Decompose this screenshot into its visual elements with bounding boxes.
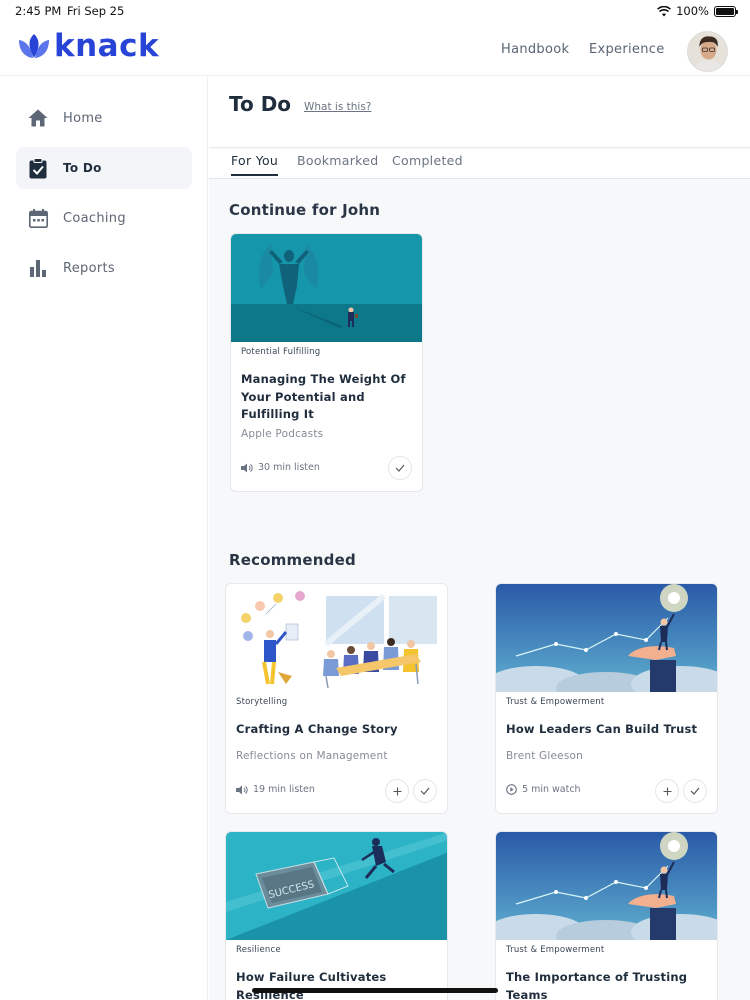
battery-percent: 100% [676,4,709,18]
nav-experience[interactable]: Experience [589,42,665,57]
nav-handbook[interactable]: Handbook [501,42,569,57]
sidebar: Home To Do Coaching Reports [0,77,208,1000]
speaker-icon [236,785,248,794]
sidebar-item-todo[interactable]: To Do [16,147,192,189]
card-title[interactable]: The Importance of Trusting Teams [506,969,709,1000]
continue-card[interactable]: Potential Fulfilling Managing The Weight… [230,233,423,492]
recommended-card[interactable]: Storytelling Crafting A Change Story Ref… [225,583,448,814]
mark-complete-button[interactable] [413,779,437,803]
what-is-this-link[interactable]: What is this? [304,101,371,113]
status-bar: 2:45 PM Fri Sep 25 100% [0,0,750,22]
sidebar-item-label: Reports [63,260,115,276]
sidebar-item-label: To Do [63,161,102,175]
card-source: Brent Gleeson [506,750,583,762]
home-icon [27,107,49,129]
tab-completed[interactable]: Completed [392,153,463,174]
card-meta: 30 min listen [241,462,320,473]
card-duration: 5 min watch [522,784,581,795]
card-meta: 5 min watch [506,784,581,795]
card-image [226,584,447,692]
recommended-card[interactable]: SUCCESS Resilience How Failure Cultivate… [225,831,448,1000]
bar-chart-icon [27,257,49,279]
calendar-icon [27,207,49,229]
mark-complete-button[interactable] [388,456,412,480]
tulip-logo-icon [19,34,49,58]
plus-icon [393,787,401,795]
card-actions [655,779,707,803]
card-duration: 19 min listen [253,784,315,795]
card-source: Apple Podcasts [241,428,324,440]
check-icon [690,787,700,795]
sidebar-item-coaching[interactable]: Coaching [16,197,192,239]
card-category: Potential Fulfilling [241,347,321,357]
check-icon [395,464,405,472]
page-header: To Do What is this? [209,77,750,148]
card-title[interactable]: Managing The Weight Of Your Potential an… [241,371,414,424]
tab-bar: For You Bookmarked Completed [209,149,750,179]
card-image [496,832,717,940]
avatar[interactable] [687,31,728,72]
page-title: To Do [229,92,292,116]
sidebar-item-label: Home [63,110,103,126]
plus-icon [663,787,671,795]
card-category: Storytelling [236,697,288,707]
clipboard-check-icon [27,157,49,179]
status-date: Fri Sep 25 [67,4,125,18]
sidebar-item-home[interactable]: Home [16,97,192,139]
card-duration: 30 min listen [258,462,320,473]
card-category: Trust & Empowerment [506,697,605,707]
status-right: 100% [657,4,738,18]
card-title[interactable]: How Failure Cultivates Resilience [236,969,439,1000]
knack-logo[interactable]: knack [17,28,159,64]
add-button[interactable] [385,779,409,803]
tab-for-you[interactable]: For You [231,153,279,176]
card-source: Reflections on Management [236,750,388,762]
play-circle-icon [506,784,517,795]
card-title[interactable]: How Leaders Can Build Trust [506,721,709,739]
card-image: SUCCESS [226,832,447,940]
speaker-icon [241,463,253,472]
battery-icon [714,5,738,17]
card-meta: 19 min listen [236,784,315,795]
sidebar-item-label: Coaching [63,210,126,226]
brand-name: knack [54,28,160,64]
card-actions [388,456,412,480]
continue-section-title: Continue for John [229,201,381,219]
card-title[interactable]: Crafting A Change Story [236,721,439,739]
status-time: 2:45 PM [15,4,62,18]
recommended-card[interactable]: Trust & Empowerment The Importance of Tr… [495,831,718,1000]
sidebar-item-reports[interactable]: Reports [16,247,192,289]
recommended-section-title: Recommended [229,551,356,569]
card-category: Resilience [236,945,281,955]
tab-bookmarked[interactable]: Bookmarked [297,153,379,174]
wifi-icon [657,5,672,16]
recommended-card[interactable]: Trust & Empowerment How Leaders Can Buil… [495,583,718,814]
main-content: To Do What is this? For You Bookmarked C… [209,77,750,1000]
card-image [496,584,717,692]
mark-complete-button[interactable] [683,779,707,803]
add-button[interactable] [655,779,679,803]
top-bar: knack Handbook Experience [0,22,750,76]
card-actions [385,779,437,803]
card-image [231,234,422,342]
home-indicator[interactable] [252,988,498,993]
check-icon [420,787,430,795]
card-category: Trust & Empowerment [506,945,605,955]
